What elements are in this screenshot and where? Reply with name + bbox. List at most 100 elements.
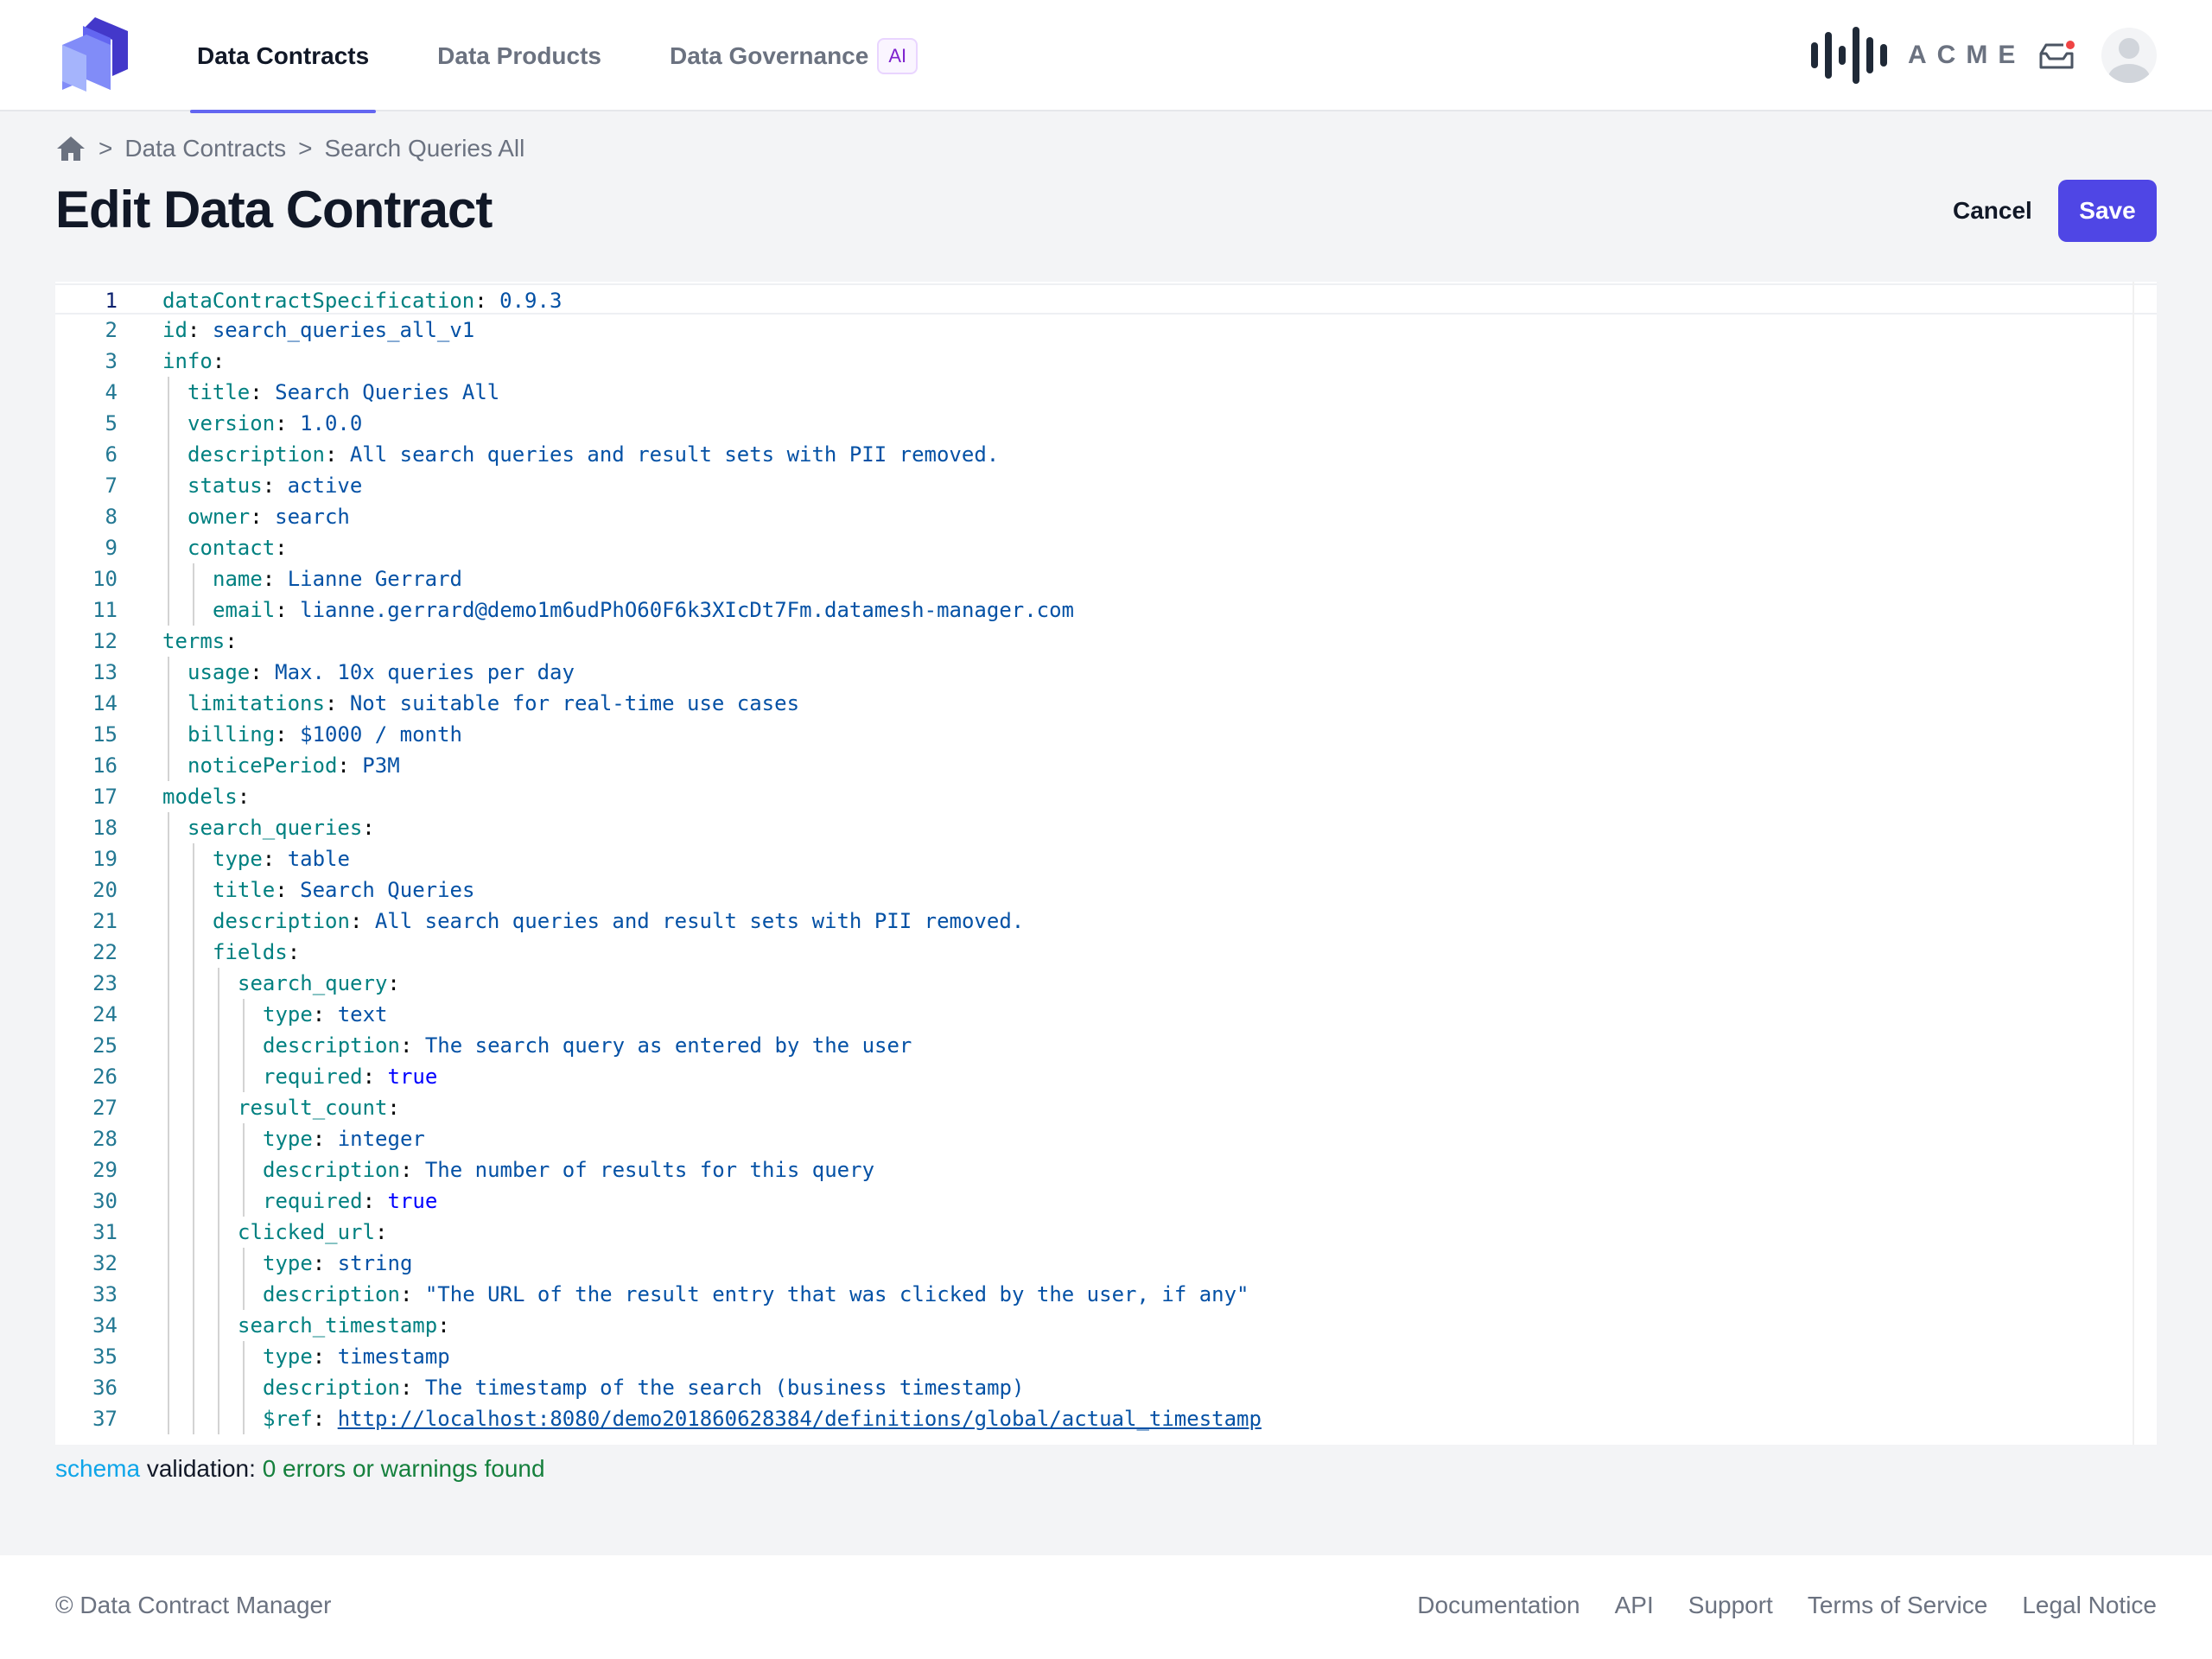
code-line[interactable]: 32 type: string [55,1248,2157,1279]
line-number: 5 [105,411,118,435]
line-number: 34 [92,1313,118,1338]
user-avatar-icon[interactable] [2101,28,2157,83]
code-line[interactable]: 8 owner: search [55,501,2157,532]
nav-data-products[interactable]: Data Products [430,0,608,111]
cancel-button[interactable]: Cancel [1944,180,2041,242]
code-line[interactable]: 30 required: true [55,1185,2157,1217]
indent-guide [168,1030,169,1061]
yaml-key: models [162,785,238,809]
code-line[interactable]: 35 type: timestamp [55,1341,2157,1372]
code-content: required: true [263,1061,437,1092]
indent-guide [193,1310,194,1341]
code-line[interactable]: 24 type: text [55,999,2157,1030]
code-line[interactable]: 13 usage: Max. 10x queries per day [55,657,2157,688]
line-number: 29 [92,1158,118,1182]
code-line[interactable]: 10 name: Lianne Gerrard [55,563,2157,594]
code-line[interactable]: 22 fields: [55,937,2157,968]
yaml-code-editor[interactable]: 1 dataContractSpecification: 0.9.3 2 id: se… [55,282,2157,1445]
yaml-key: status [188,474,263,498]
yaml-key: noticePeriod [188,753,338,778]
yaml-colon: : [474,289,487,313]
yaml-colon: : [312,1127,326,1151]
code-line[interactable]: 15 billing: $1000 / month [55,719,2157,750]
code-content: required: true [263,1185,437,1217]
code-content: description: All search queries and resu… [213,906,1024,937]
code-line[interactable]: 25 description: The search query as enter… [55,1030,2157,1061]
code-line[interactable]: 16 noticePeriod: P3M [55,750,2157,781]
yaml-colon: : [275,598,288,622]
nav-data-contracts[interactable]: Data Contracts [190,0,377,113]
code-line[interactable]: 11 email: lianne.gerrard@demo1m6udPhO60F6… [55,594,2157,626]
editor-scrollbar[interactable] [2133,282,2157,1445]
code-line[interactable]: 20 title: Search Queries [55,874,2157,906]
yaml-key: usage [188,660,251,684]
nav-data-governance[interactable]: Data Governance AI [663,0,925,111]
code-line[interactable]: 19 type: table [55,843,2157,874]
indent-guide [193,1185,194,1217]
yaml-value: "The URL of the result entry that was cl… [424,1282,1249,1306]
code-line[interactable]: 17 models: [55,781,2157,812]
line-number: 21 [92,909,118,933]
footer-link-legal[interactable]: Legal Notice [2022,1592,2157,1619]
yaml-value: search [275,505,350,529]
yaml-value: The timestamp of the search (business ti… [424,1376,1025,1400]
indent-guide [168,812,169,843]
cube-stack-logo[interactable] [60,17,130,92]
indent-guide [168,874,169,906]
yaml-colon: : [275,878,288,902]
indent-guide [243,1248,245,1279]
code-content: $ref: http://localhost:8080/demo20186062… [263,1403,1262,1434]
indent-guide [168,999,169,1030]
code-line[interactable]: 31 clicked_url: [55,1217,2157,1248]
home-icon[interactable] [55,135,86,162]
line-number: 18 [92,816,118,840]
code-content: search_query: [238,968,400,999]
schema-link[interactable]: schema [55,1455,140,1482]
code-line[interactable]: 26 required: true [55,1061,2157,1092]
footer-link-terms[interactable]: Terms of Service [1808,1592,1988,1619]
breadcrumb-current[interactable]: Search Queries All [324,135,524,162]
footer-link-support[interactable]: Support [1688,1592,1773,1619]
code-line[interactable]: 34 search_timestamp: [55,1310,2157,1341]
indent-guide [168,439,169,470]
code-line[interactable]: 6 description: All search queries and res… [55,439,2157,470]
code-line[interactable]: 7 status: active [55,470,2157,501]
line-number: 1 [105,289,118,313]
code-line[interactable]: 29 description: The number of results for… [55,1154,2157,1185]
organization-logo: ACME [1811,26,2025,85]
code-line[interactable]: 28 type: integer [55,1123,2157,1154]
yaml-value: The search query as entered by the user [424,1033,912,1058]
code-line[interactable]: 21 description: All search queries and re… [55,906,2157,937]
code-line[interactable]: 37 $ref: http://localhost:8080/demo201860… [55,1403,2157,1434]
yaml-key: description [263,1033,400,1058]
code-line[interactable]: 1 dataContractSpecification: 0.9.3 [55,283,2157,315]
code-content: noticePeriod: P3M [188,750,400,781]
yaml-key: required [263,1065,363,1089]
code-line[interactable]: 18 search_queries: [55,812,2157,843]
line-number: 6 [105,442,118,467]
code-line[interactable]: 27 result_count: [55,1092,2157,1123]
save-button[interactable]: Save [2058,180,2157,242]
code-line[interactable]: 23 search_query: [55,968,2157,999]
code-line[interactable]: 4 title: Search Queries All [55,377,2157,408]
code-line[interactable]: 5 version: 1.0.0 [55,408,2157,439]
code-line[interactable]: 36 description: The timestamp of the sear… [55,1372,2157,1403]
code-line[interactable]: 3 info: [55,346,2157,377]
yaml-key: search_timestamp [238,1313,438,1338]
indent-guide [168,1185,169,1217]
code-line[interactable]: 33 description: "The URL of the result en… [55,1279,2157,1310]
code-line[interactable]: 12 terms: [55,626,2157,657]
inbox-icon[interactable] [2037,40,2075,71]
validation-result: 0 errors or warnings found [262,1455,545,1482]
footer-link-documentation[interactable]: Documentation [1417,1592,1580,1619]
validation-label: validation: [146,1455,256,1482]
yaml-key: terms [162,629,226,653]
code-line[interactable]: 2 id: search_queries_all_v1 [55,315,2157,346]
code-line[interactable]: 14 limitations: Not suitable for real-tim… [55,688,2157,719]
breadcrumb-data-contracts[interactable]: Data Contracts [124,135,286,162]
footer-link-api[interactable]: API [1615,1592,1654,1619]
yaml-link-value[interactable]: http://localhost:8080/demo201860628384/d… [338,1407,1262,1431]
indent-guide [168,408,169,439]
line-number: 36 [92,1376,118,1400]
code-line[interactable]: 9 contact: [55,532,2157,563]
